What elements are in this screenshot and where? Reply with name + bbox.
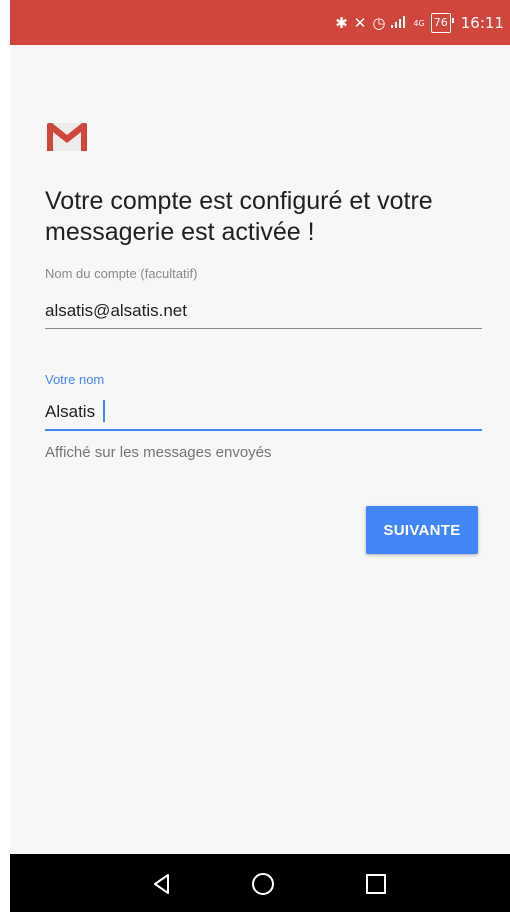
back-icon[interactable] xyxy=(146,868,178,900)
next-button[interactable]: SUIVANTE xyxy=(366,506,478,554)
home-icon[interactable] xyxy=(247,868,279,900)
your-name-helper-text: Affiché sur les messages envoyés xyxy=(45,444,272,461)
status-bar: ✱ ✕ ◷ 4G 76 16:11 xyxy=(10,0,510,45)
mute-icon: ✕ xyxy=(353,14,367,32)
bluetooth-icon: ✱ xyxy=(335,14,348,32)
account-name-label: Nom du compte (facultatif) xyxy=(45,266,198,281)
phone-screen: ✱ ✕ ◷ 4G 76 16:11 Votre compte est confi… xyxy=(10,0,510,912)
gmail-logo xyxy=(47,123,87,151)
text-cursor xyxy=(103,400,105,422)
signal-icon xyxy=(391,14,407,32)
navigation-bar xyxy=(10,854,510,912)
alarm-icon: ◷ xyxy=(372,14,386,32)
recents-icon[interactable] xyxy=(360,868,392,900)
page-title: Votre compte est configuré et votre mess… xyxy=(45,187,433,246)
screenshot-frame: ✱ ✕ ◷ 4G 76 16:11 Votre compte est confi… xyxy=(0,0,510,912)
status-time: 16:11 xyxy=(460,14,504,32)
your-name-field[interactable] xyxy=(45,399,482,431)
4g-icon: 4G xyxy=(413,18,425,28)
status-icons: ✱ ✕ ◷ 4G 76 16:11 xyxy=(335,13,504,33)
your-name-label: Votre nom xyxy=(45,372,105,387)
battery-icon: 76 xyxy=(430,13,454,33)
account-name-field[interactable] xyxy=(45,298,482,329)
